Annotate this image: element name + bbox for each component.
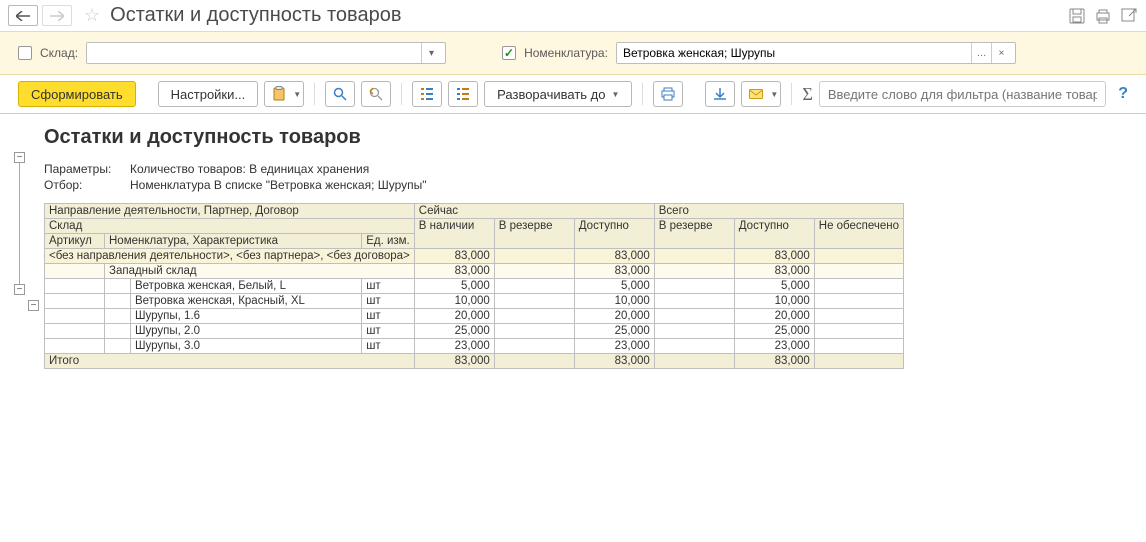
param-value: Количество товаров: В единицах хранения xyxy=(130,161,369,177)
hdr-tavailable: Доступно xyxy=(734,219,814,249)
hdr-direction: Направление деятельности, Партнер, Догов… xyxy=(45,204,415,219)
nomenclature-checkbox[interactable] xyxy=(502,46,516,60)
group1-row[interactable]: <без направления деятельности>, <без пар… xyxy=(45,249,904,264)
save-report-button[interactable] xyxy=(705,81,735,107)
hdr-uom: Ед. изм. xyxy=(362,234,415,249)
hdr-available: Доступно xyxy=(574,219,654,249)
item-row[interactable]: Ветровка женская, Белый, Lшт5,0005,0005,… xyxy=(45,279,904,294)
collapse-groups-button[interactable] xyxy=(412,81,442,107)
dropdown-caret-icon: ▼ xyxy=(770,90,778,99)
nomenclature-input[interactable] xyxy=(617,43,971,63)
collapse-icon xyxy=(419,86,435,102)
clipboard-icon xyxy=(271,86,287,102)
magnifier-icon xyxy=(332,86,348,102)
paste-options-button[interactable]: ▼ xyxy=(264,81,304,107)
help-button[interactable]: ? xyxy=(1118,85,1128,103)
arrow-left-icon xyxy=(16,11,30,21)
hdr-nomenclature: Номенклатура, Характеристика xyxy=(105,234,362,249)
hdr-sklad: Склад xyxy=(45,219,415,234)
search-back-button[interactable] xyxy=(361,81,391,107)
report-table[interactable]: Направление деятельности, Партнер, Догов… xyxy=(44,203,904,369)
print-icon[interactable] xyxy=(1094,7,1112,25)
hdr-instock: В наличии xyxy=(414,219,494,249)
item-row[interactable]: Шурупы, 1.6шт20,00020,00020,000 xyxy=(45,309,904,324)
hdr-unfulfilled: Не обеспечено xyxy=(814,219,903,249)
nomenclature-more-button[interactable]: … xyxy=(971,43,991,63)
expand-to-button[interactable]: Разворачивать до ▼ xyxy=(484,81,632,107)
envelope-icon xyxy=(748,86,764,102)
item-row[interactable]: Шурупы, 3.0шт23,00023,00023,000 xyxy=(45,339,904,354)
separator xyxy=(642,83,643,105)
nav-back-button[interactable] xyxy=(8,5,38,26)
group1-toggle[interactable]: − xyxy=(14,284,25,295)
hdr-reserved: В резерве xyxy=(494,219,574,249)
nomenclature-clear-button[interactable]: × xyxy=(991,43,1011,63)
separator xyxy=(314,83,315,105)
expand-groups-button[interactable] xyxy=(448,81,478,107)
group2-toggle[interactable]: − xyxy=(28,300,39,311)
email-button[interactable]: ▼ xyxy=(741,81,781,107)
item-row[interactable]: Шурупы, 2.0шт25,00025,00025,000 xyxy=(45,324,904,339)
sklad-checkbox[interactable] xyxy=(18,46,32,60)
sklad-label: Склад: xyxy=(40,46,78,60)
hdr-now: Сейчас xyxy=(414,204,654,219)
separator xyxy=(791,83,792,105)
search-button[interactable] xyxy=(325,81,355,107)
filter-input[interactable] xyxy=(819,81,1106,107)
sklad-input[interactable] xyxy=(87,43,421,63)
outline-toggle[interactable]: − xyxy=(14,152,25,163)
print-button[interactable] xyxy=(653,81,683,107)
printer-icon xyxy=(660,86,676,102)
hdr-treserved: В резерве xyxy=(654,219,734,249)
report-title: Остатки и доступность товаров xyxy=(44,126,1146,149)
sklad-dropdown-button[interactable]: ▾ xyxy=(421,43,441,63)
save-icon[interactable] xyxy=(1068,7,1086,25)
favorite-star-icon[interactable]: ☆ xyxy=(84,5,100,26)
filter-value: Номенклатура В списке "Ветровка женская;… xyxy=(130,177,427,193)
dropdown-caret-icon: ▼ xyxy=(612,90,620,99)
settings-button[interactable]: Настройки... xyxy=(158,81,259,107)
dropdown-caret-icon: ▼ xyxy=(293,90,301,99)
group2-row[interactable]: Западный склад 83,000 83,000 83,000 xyxy=(45,264,904,279)
link-icon[interactable] xyxy=(1120,7,1138,25)
item-row[interactable]: Ветровка женская, Красный, XLшт10,00010,… xyxy=(45,294,904,309)
nomenclature-label: Номенклатура: xyxy=(524,46,608,60)
generate-button[interactable]: Сформировать xyxy=(18,81,136,107)
param-label: Параметры: xyxy=(44,161,122,177)
page-title: Остатки и доступность товаров xyxy=(110,4,401,27)
expand-icon xyxy=(455,86,471,102)
filter-label: Отбор: xyxy=(44,177,122,193)
nav-forward-button[interactable] xyxy=(42,5,72,26)
hdr-article: Артикул xyxy=(45,234,105,249)
sum-button[interactable]: Σ xyxy=(802,84,812,105)
total-row: Итого 83,000 83,000 83,000 xyxy=(45,354,904,369)
download-icon xyxy=(712,86,728,102)
hdr-total: Всего xyxy=(654,204,903,219)
arrow-right-icon xyxy=(50,11,64,21)
separator xyxy=(401,83,402,105)
magnifier-back-icon xyxy=(368,86,384,102)
